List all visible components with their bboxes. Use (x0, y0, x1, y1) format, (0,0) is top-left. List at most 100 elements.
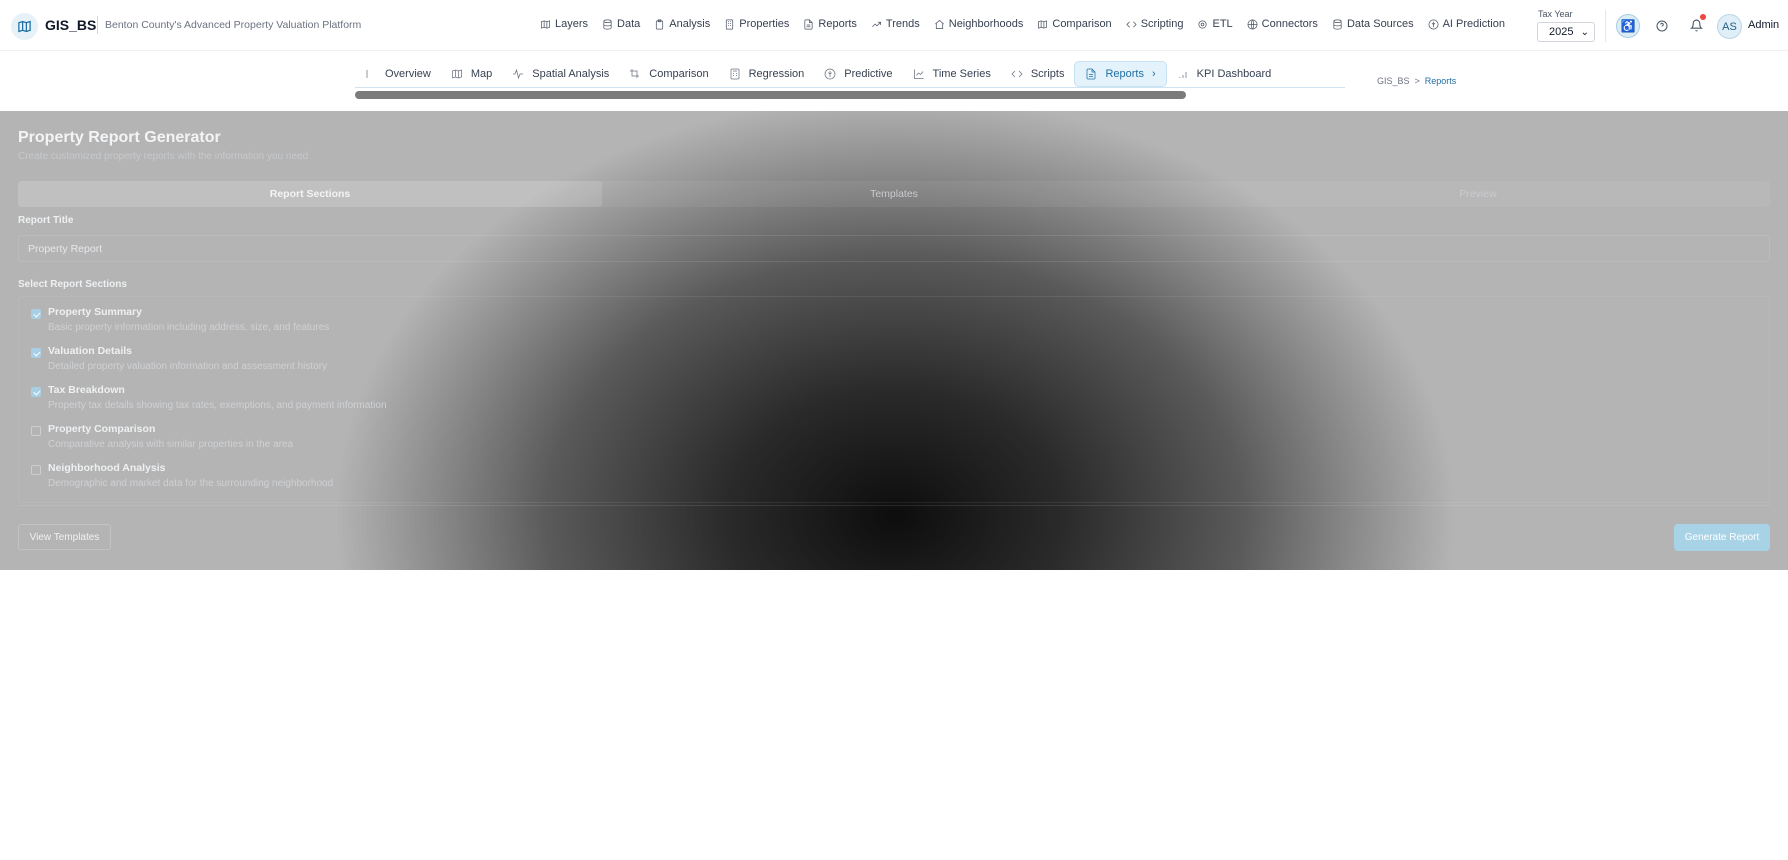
sections-list: Property Summary Basic property informati… (18, 296, 1770, 503)
bell-icon (1689, 19, 1703, 31)
horizontal-scrollbar[interactable] (355, 91, 1186, 99)
page-title: Property Report Generator (18, 129, 221, 146)
nav-item-neighborhoods[interactable]: Neighborhoods (934, 18, 1024, 30)
report-title-label: Report Title (18, 215, 74, 226)
tab-label: Scripts (1030, 68, 1065, 80)
map-icon (451, 69, 462, 79)
map-icon (1038, 19, 1048, 29)
tab-spatial-analysis[interactable]: Spatial Analysis (502, 61, 619, 87)
accessibility-button[interactable]: ♿ (1616, 14, 1640, 38)
logo-badge[interactable] (11, 13, 38, 40)
user-name[interactable]: Admin (1748, 19, 1779, 31)
section-checkbox[interactable] (31, 426, 41, 436)
clipboard-icon (656, 19, 664, 29)
map-icon (18, 20, 31, 33)
app-name[interactable]: GIS_BS (45, 17, 96, 33)
nav-item-label: Neighborhoods (948, 18, 1024, 30)
tab-comparison[interactable]: Comparison (619, 61, 718, 87)
tab-time-series[interactable]: Time Series (903, 61, 1001, 87)
tab-scripts[interactable]: Scripts (1001, 61, 1075, 87)
tab-preview[interactable]: Preview (1186, 181, 1770, 207)
database-icon (1333, 19, 1342, 29)
nav-item-label: Data (617, 18, 641, 30)
help-button[interactable] (1650, 14, 1674, 38)
help-icon (1656, 20, 1668, 32)
brain-icon (1428, 19, 1439, 29)
breadcrumb-root[interactable]: GIS_BS (1377, 76, 1410, 86)
nav-item-properties[interactable]: Properties (724, 18, 789, 30)
nav-item-analysis[interactable]: Analysis (654, 18, 710, 30)
nav-item-label: Properties (739, 18, 790, 30)
tab-kpi-dashboard[interactable]: KPI Dashboard (1167, 61, 1282, 87)
sub-nav-tabs: Overview Map Spatial Analysis Comparison Reg… (355, 61, 1281, 87)
nav-item-scripting[interactable]: Scripting (1126, 18, 1184, 30)
nav-item-trends[interactable]: Trends (871, 18, 920, 30)
section-title: Property Summary (48, 306, 142, 318)
section-description: Property tax details showing tax rates, … (48, 400, 387, 411)
globe-icon (1247, 19, 1258, 29)
app-tagline: Benton County's Advanced Property Valuat… (105, 19, 362, 31)
chevron-right-icon: › (1151, 68, 1156, 80)
sub-nav-underline (355, 87, 1345, 88)
nav-item-label: AI Prediction (1442, 18, 1505, 30)
tax-year-value: 2025 (1549, 26, 1574, 38)
section-title: Tax Breakdown (48, 384, 125, 396)
tab-overview[interactable]: Overview (355, 61, 441, 87)
activity-icon (513, 68, 524, 80)
section-checkbox[interactable] (31, 348, 41, 358)
nav-item-reports[interactable]: Reports (803, 18, 857, 30)
file-text-icon (1087, 68, 1096, 80)
crop-icon (630, 69, 640, 78)
tab-label: Predictive (844, 68, 893, 80)
section-checkbox[interactable] (31, 465, 41, 475)
tax-year-label: Tax Year (1538, 9, 1573, 19)
tab-label: Time Series (932, 68, 991, 80)
header-divider (97, 16, 98, 34)
panel-divider (18, 505, 1770, 506)
section-description: Comparative analysis with similar proper… (48, 439, 294, 450)
file-text-icon (804, 19, 813, 29)
nav-item-connectors[interactable]: Connectors (1247, 18, 1318, 30)
calculator-icon (730, 68, 739, 80)
main-nav: Layers Data Analysis Properties Reports Trend… (540, 18, 1519, 30)
nav-item-label: Analysis (669, 18, 711, 30)
nav-item-label: Scripting (1140, 18, 1184, 30)
home-icon (934, 19, 944, 29)
section-description: Demographic and market data for the surr… (48, 478, 334, 489)
tab-regression[interactable]: Regression (719, 61, 815, 87)
avatar[interactable]: AS (1717, 14, 1742, 39)
tab-predictive[interactable]: Predictive (814, 61, 902, 87)
code-icon (1011, 70, 1023, 78)
nav-item-comparison[interactable]: Comparison (1037, 18, 1112, 30)
section-checkbox[interactable] (31, 387, 41, 397)
tab-map[interactable]: Map (441, 61, 502, 87)
report-generator-panel: Property Report Generator Create customi… (0, 111, 1788, 570)
report-title-input[interactable]: Property Report (18, 235, 1770, 262)
nav-item-label: Trends (885, 18, 920, 30)
nav-item-layers[interactable]: Layers (540, 18, 588, 30)
tax-year-select[interactable]: 2025 ⌄ (1537, 22, 1595, 42)
section-title: Valuation Details (48, 345, 133, 357)
tab-label: Spatial Analysis (532, 68, 610, 80)
header-divider (1605, 10, 1606, 42)
section-title: Property Comparison (48, 423, 156, 435)
nav-item-label: Comparison (1052, 18, 1112, 30)
nav-item-data-sources[interactable]: Data Sources (1332, 18, 1414, 30)
report-tabs: Report Sections Templates Preview (18, 181, 1770, 207)
nav-item-ai-prediction[interactable]: AI Prediction (1428, 18, 1505, 30)
accessibility-icon: ♿ (1620, 19, 1636, 33)
building-icon (726, 19, 734, 29)
nav-item-label: Layers (555, 18, 589, 30)
tab-templates[interactable]: Templates (602, 181, 1186, 207)
section-checkbox[interactable] (31, 309, 41, 319)
view-templates-button[interactable]: View Templates (18, 524, 111, 550)
breadcrumb: GIS_BS > Reports (1377, 76, 1456, 86)
gear-icon (1198, 19, 1208, 29)
generate-report-button[interactable]: Generate Report (1674, 524, 1770, 551)
nav-item-etl[interactable]: ETL (1197, 18, 1233, 30)
nav-item-label: Reports (818, 18, 857, 30)
tab-reports[interactable]: Reports › (1074, 61, 1167, 87)
nav-item-data[interactable]: Data (602, 18, 640, 30)
page-subtitle: Create customized property reports with … (18, 151, 309, 162)
tab-report-sections[interactable]: Report Sections (18, 181, 602, 207)
